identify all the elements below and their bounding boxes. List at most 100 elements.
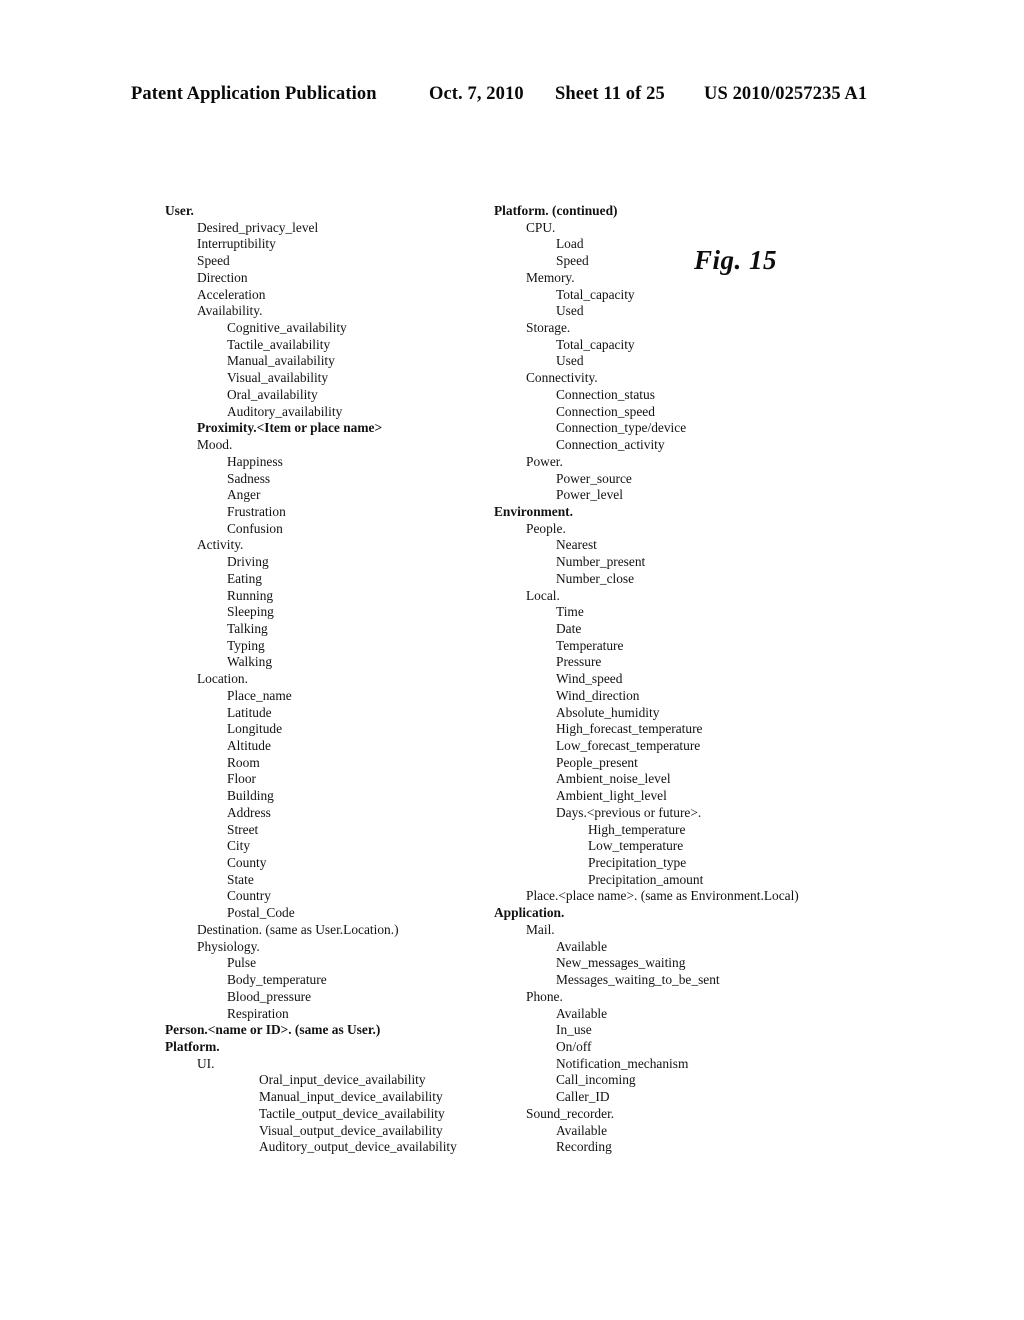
outline-row: Direction xyxy=(197,269,248,285)
outline-row: Latitude xyxy=(227,704,272,720)
outline-row: Available xyxy=(556,938,608,954)
outline-row: Temperature xyxy=(556,637,624,653)
running-header: Patent Application Publication Oct. 7, 2… xyxy=(131,84,893,108)
outline-row: Frustration xyxy=(227,503,286,519)
outline-row: Driving xyxy=(227,554,269,570)
header-publication-date: Oct. 7, 2010 xyxy=(429,84,524,104)
outline-row: Time xyxy=(556,604,584,620)
header-patent-number: US 2010/0257235 A1 xyxy=(704,84,868,104)
outline-row: Available xyxy=(556,1122,608,1138)
outline-row: Load xyxy=(556,236,584,252)
outline-row: Activity. xyxy=(197,537,244,553)
outline-row: Precipitation_amount xyxy=(588,871,704,887)
outline-row: High_forecast_temperature xyxy=(556,721,703,737)
outline-row: Platform. xyxy=(165,1038,220,1054)
outline-row: Street xyxy=(227,821,259,837)
outline-column-right: Platform. (continued) CPU. Load Speed Memory… xyxy=(494,203,894,1156)
outline-row: Sadness xyxy=(227,470,271,486)
outline-row: Visual_output_device_availability xyxy=(259,1122,443,1138)
outline-row: Speed xyxy=(556,253,589,269)
outline-row: User. xyxy=(165,203,194,218)
outline-row: Absolute_humidity xyxy=(556,704,660,720)
outline-row: Wind_direction xyxy=(556,687,640,703)
outline-row: Precipitation_type xyxy=(588,855,687,871)
outline-row: Floor xyxy=(227,771,257,787)
outline-row: Total_capacity xyxy=(556,286,635,302)
outline-row: Power_source xyxy=(556,470,632,486)
outline-row: Recording xyxy=(556,1139,612,1155)
outline-row: Connectivity. xyxy=(526,370,598,386)
outline-row: Running xyxy=(227,587,274,603)
outline-row: Total_capacity xyxy=(556,336,635,352)
outline-row: Days.<previous or future>. xyxy=(556,804,702,820)
outline-row: People. xyxy=(526,520,566,536)
outline-row: City xyxy=(227,838,251,854)
outline-row: Phone. xyxy=(526,988,563,1004)
outline-row: Oral_input_device_availability xyxy=(259,1072,426,1088)
outline-row: Low_forecast_temperature xyxy=(556,738,701,753)
outline-row: Tactile_output_device_availability xyxy=(259,1105,445,1121)
outline-row: Ambient_light_level xyxy=(556,788,667,804)
outline-row: Location. xyxy=(197,671,248,687)
outline-row: Altitude xyxy=(227,738,271,753)
outline-row: Room xyxy=(227,754,260,770)
outline-row: Sleeping xyxy=(227,604,274,620)
outline-row: Availability. xyxy=(197,303,263,319)
outline-row: Speed xyxy=(197,253,230,269)
outline-row: Respiration xyxy=(227,1005,289,1021)
outline-row: Oral_availability xyxy=(227,386,318,402)
outline-row: CPU. xyxy=(526,219,556,235)
outline-row: Environment. xyxy=(494,503,573,519)
outline-row: On/off xyxy=(556,1038,592,1054)
outline-row: Pulse xyxy=(227,955,257,971)
header-publication-title: Patent Application Publication xyxy=(131,84,377,104)
outline-row: Cognitive_availability xyxy=(227,320,347,336)
outline-row: Country xyxy=(227,888,271,904)
outline-row: Pressure xyxy=(556,654,602,670)
outline-row: Power. xyxy=(526,453,563,469)
outline-row: Talking xyxy=(227,620,268,636)
outline-row: People_present xyxy=(556,754,638,770)
outline-row: Notification_mechanism xyxy=(556,1055,689,1071)
outline-row: Connection_speed xyxy=(556,403,655,419)
outline-row: Mood. xyxy=(197,437,233,453)
outline-row: Application. xyxy=(494,905,565,921)
outline-row: Connection_activity xyxy=(556,437,665,453)
outline-row: Place.<place name>. (same as Environment… xyxy=(526,888,799,904)
outline-row: Wind_speed xyxy=(556,671,623,687)
outline-row: New_messages_waiting xyxy=(556,955,686,971)
outline-row: Messages_waiting_to_be_sent xyxy=(556,972,720,988)
outline-row: Walking xyxy=(227,654,273,670)
outline-row: Connection_type/device xyxy=(556,420,687,436)
outline-row: Used xyxy=(556,303,584,319)
outline-row: Caller_ID xyxy=(556,1089,610,1105)
header-sheet-number: Sheet 11 of 25 xyxy=(555,84,665,104)
outline-row: Auditory_availability xyxy=(227,403,343,419)
outline-row: UI. xyxy=(197,1055,215,1071)
outline-row: Date xyxy=(556,620,582,636)
outline-row: Platform. (continued) xyxy=(494,203,618,218)
outline-row: Blood_pressure xyxy=(227,988,312,1004)
outline-row: Number_close xyxy=(556,570,635,586)
outline-row: Eating xyxy=(227,570,262,586)
outline-row: Typing xyxy=(227,637,265,653)
patent-page: Patent Application Publication Oct. 7, 2… xyxy=(0,0,1024,1320)
outline-row: Mail. xyxy=(526,921,555,937)
outline-row: Available xyxy=(556,1005,608,1021)
outline-row: Interruptibility xyxy=(197,236,276,252)
outline-row: Sound_recorder. xyxy=(526,1105,615,1121)
outline-row: Person.<name or ID>. (same as User.) xyxy=(165,1022,381,1038)
outline-row: Call_incoming xyxy=(556,1072,636,1088)
outline-row: Used xyxy=(556,353,584,369)
outline-row: Ambient_noise_level xyxy=(556,771,671,787)
outline-row: Proximity.<Item or place name> xyxy=(197,420,383,436)
outline-row: Manual_availability xyxy=(227,353,335,369)
outline-row: In_use xyxy=(556,1022,592,1038)
outline-row: County xyxy=(227,855,267,871)
outline-row: Connection_status xyxy=(556,386,655,402)
outline-row: Manual_input_device_availability xyxy=(259,1089,443,1105)
outline-row: Desired_privacy_level xyxy=(197,219,319,235)
outline-row: Address xyxy=(227,804,271,820)
outline-row: Longitude xyxy=(227,721,283,737)
outline-row: Acceleration xyxy=(197,286,266,302)
